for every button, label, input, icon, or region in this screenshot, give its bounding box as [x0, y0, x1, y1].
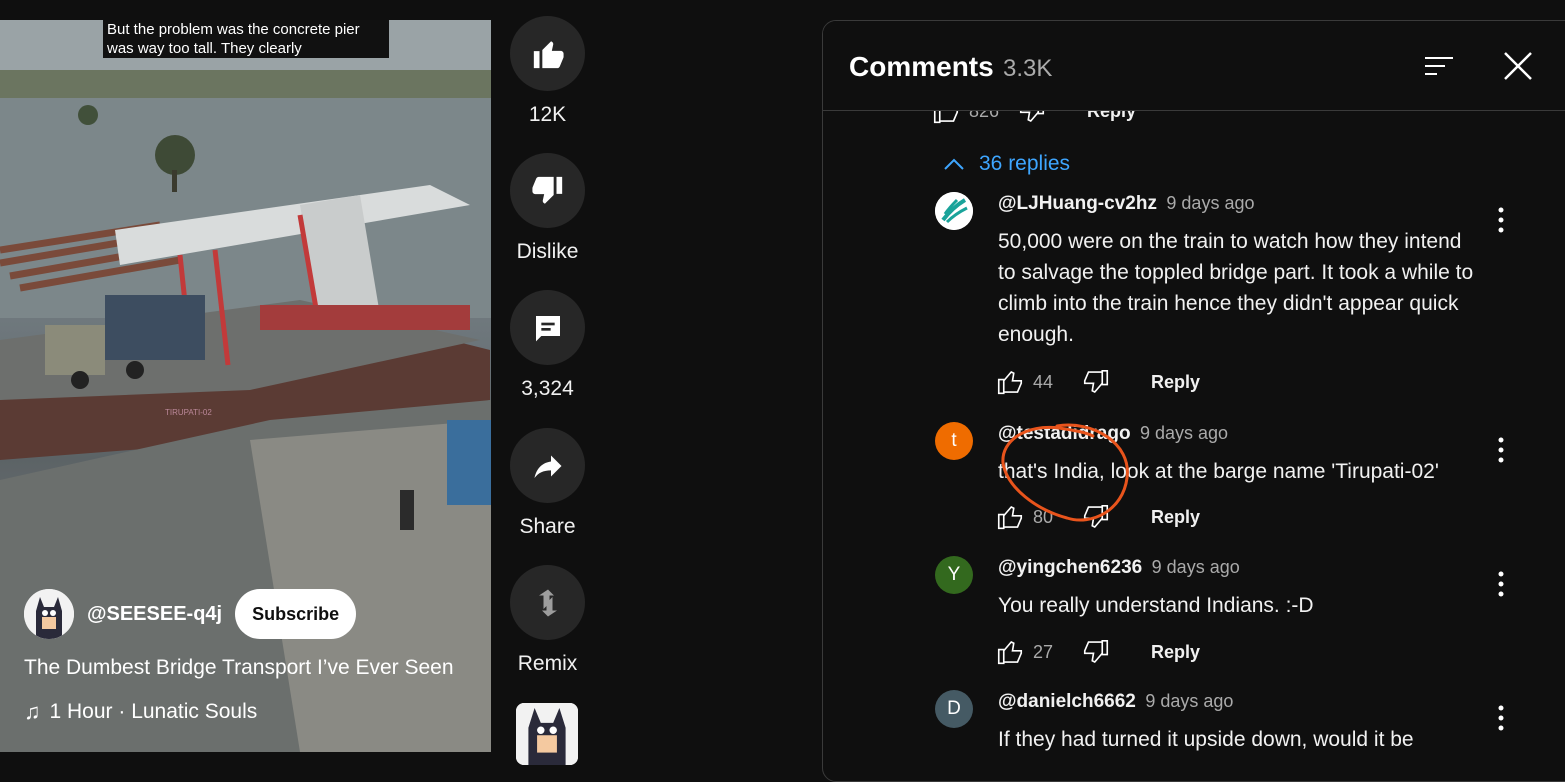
comment-time[interactable]: 9 days ago: [1152, 557, 1240, 577]
comment-actions: 44 Reply: [995, 367, 1200, 397]
caption-line-2: was way too tall. They clearly: [107, 40, 302, 57]
comment-header: @LJHuang-cv2hz 9 days ago: [998, 193, 1254, 215]
comment-avatar[interactable]: t: [935, 422, 973, 460]
comment-item: Y @yingchen6236 9 days ago You really un…: [935, 556, 1535, 676]
comment-text: 50,000 were on the train to watch how th…: [998, 230, 1474, 346]
comment-actions: 80 Reply: [995, 502, 1200, 532]
comment-text: You really understand Indians. :-D: [998, 594, 1314, 617]
video-title[interactable]: The Dumbest Bridge Transport I’ve Ever S…: [24, 656, 454, 680]
comment-avatar[interactable]: Y: [935, 556, 973, 594]
more-options-button[interactable]: [1495, 436, 1507, 464]
share-action: Share: [510, 428, 585, 539]
comment-item: D @danielch6662 9 days ago If they had t…: [935, 690, 1535, 781]
more-options-button[interactable]: [1495, 704, 1507, 732]
thumbs-up-icon: [533, 40, 564, 68]
video-player[interactable]: TIRUPATI-02 But the problem was the conc…: [0, 20, 491, 752]
like-count: 12K: [528, 103, 567, 126]
comment-author[interactable]: @yingchen6236: [998, 557, 1142, 578]
music-label: 1 Hour · Lunatic Souls: [49, 700, 258, 723]
dislike-action: Dislike: [510, 153, 585, 264]
thumbs-down-outline-icon[interactable]: [1081, 637, 1111, 667]
batman-thumbnail-icon: [516, 703, 578, 765]
like-button[interactable]: [510, 16, 585, 91]
thumbs-up-outline-icon[interactable]: [995, 367, 1025, 397]
sort-button[interactable]: [1423, 51, 1463, 85]
comment-icon: [535, 315, 560, 341]
replies-toggle[interactable]: 36 replies: [943, 152, 1070, 176]
more-vertical-icon: [1498, 571, 1504, 597]
more-options-button[interactable]: [1495, 570, 1507, 598]
dislike-label: Dislike: [516, 240, 579, 263]
share-icon: [534, 455, 561, 478]
comments-header: Comments 3.3K: [823, 21, 1565, 111]
remix-icon: [538, 589, 557, 616]
comment-actions: 27 Reply: [995, 637, 1200, 667]
channel-name[interactable]: @SEESEE-q4j: [87, 603, 222, 626]
remix-button[interactable]: [510, 565, 585, 640]
comment-like-count: 80: [1033, 506, 1054, 527]
thumbs-down-outline-icon[interactable]: [1081, 367, 1111, 397]
comment-author[interactable]: @testadidrago: [998, 423, 1131, 444]
barge-name-text: TIRUPATI-02: [165, 408, 212, 417]
more-vertical-icon: [1498, 437, 1504, 463]
remix-action: Remix: [510, 565, 585, 676]
remix-label: Remix: [517, 652, 578, 675]
chevron-up-icon: [944, 158, 964, 170]
leaf-avatar-icon: [935, 192, 973, 230]
comment-time[interactable]: 9 days ago: [1166, 193, 1254, 213]
comments-action: 3,324: [510, 290, 585, 401]
comment-like-count: 27: [1033, 641, 1054, 662]
comment-item: @LJHuang-cv2hz 9 days ago 50,000 were on…: [935, 192, 1535, 395]
comments-title: Comments: [849, 51, 994, 82]
replies-count: 36 replies: [979, 152, 1071, 175]
sort-icon: [1425, 57, 1453, 75]
comment-header: @testadidrago 9 days ago: [998, 423, 1228, 445]
caption-line-1: But the problem was the concrete pier: [107, 21, 360, 38]
share-button[interactable]: [510, 428, 585, 503]
comment-author[interactable]: @danielch6662: [998, 691, 1136, 712]
comment-header: @yingchen6236 9 days ago: [998, 557, 1240, 579]
comment-author[interactable]: @LJHuang-cv2hz: [998, 193, 1157, 214]
comment-like-count: 44: [1033, 371, 1054, 392]
comments-count: 3.3K: [1003, 55, 1053, 82]
more-vertical-icon: [1498, 207, 1504, 233]
reply-button[interactable]: Reply: [1151, 642, 1200, 663]
like-action: 12K: [510, 16, 585, 127]
thumbs-up-outline-icon[interactable]: [995, 637, 1025, 667]
reply-button[interactable]: Reply: [1151, 507, 1200, 528]
channel-row: @SEESEE-q4j Subscribe: [24, 589, 357, 639]
dislike-button[interactable]: [510, 153, 585, 228]
more-options-button[interactable]: [1495, 206, 1507, 234]
music-row[interactable]: ♫ 1 Hour · Lunatic Souls: [24, 699, 257, 725]
comment-avatar[interactable]: D: [935, 690, 973, 728]
action-column: 12K Dislike 3,324 Share Remix: [491, 0, 603, 765]
more-vertical-icon: [1498, 705, 1504, 731]
channel-avatar[interactable]: [24, 589, 74, 639]
comment-header: @danielch6662 9 days ago: [998, 691, 1233, 713]
sound-thumbnail[interactable]: [516, 703, 578, 765]
thumbs-down-outline-icon[interactable]: [1081, 502, 1111, 532]
music-note-icon: ♫: [24, 699, 41, 724]
reply-button[interactable]: Reply: [1151, 372, 1200, 393]
comment-count: 3,324: [521, 377, 574, 400]
thumbs-up-outline-icon[interactable]: [995, 502, 1025, 532]
comment-avatar[interactable]: [935, 192, 973, 230]
comment-text: If they had turned it upside down, would…: [998, 728, 1414, 751]
thumbs-down-icon: [531, 176, 562, 204]
video-caption: But the problem was the concrete pier wa…: [103, 20, 389, 58]
close-button[interactable]: [1501, 49, 1535, 83]
share-label: Share: [519, 515, 576, 538]
comments-button[interactable]: [510, 290, 585, 365]
video-frame: TIRUPATI-02: [0, 20, 491, 752]
comment-text: that's India, look at the barge name 'Ti…: [998, 460, 1439, 483]
batman-avatar-icon: [24, 589, 74, 639]
subscribe-button[interactable]: Subscribe: [235, 589, 357, 639]
comment-time[interactable]: 9 days ago: [1145, 691, 1233, 711]
comment-item: t @testadidrago 9 days ago that's India,…: [935, 422, 1535, 542]
comments-panel: Comments 3.3K 826 Reply: [822, 20, 1565, 782]
comment-time[interactable]: 9 days ago: [1140, 423, 1228, 443]
close-icon: [1504, 52, 1532, 80]
